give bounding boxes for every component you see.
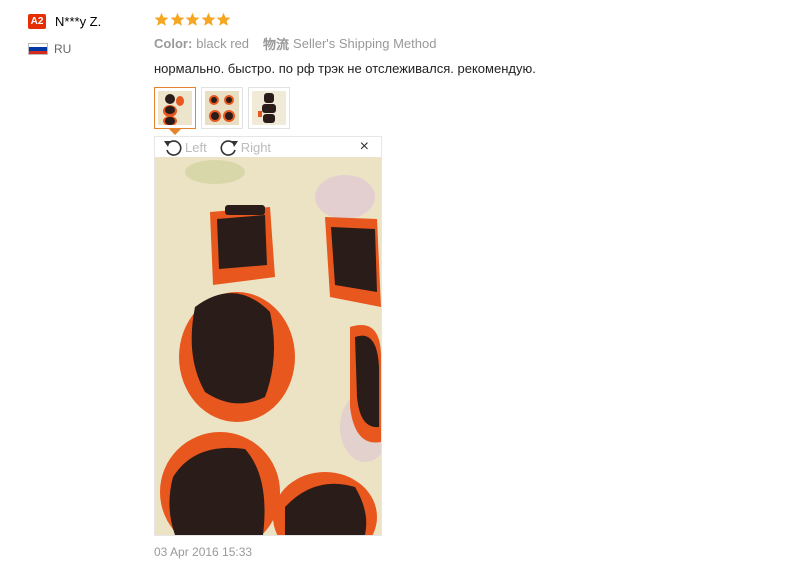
rotate-right-label: Right	[240, 139, 272, 155]
close-viewer-button[interactable]: ×	[360, 138, 369, 156]
star-icon	[170, 12, 184, 26]
review-text: нормально. быстро. по рф трэк не отслежи…	[154, 61, 536, 76]
rotate-left-label: Left	[185, 139, 207, 155]
star-icon	[185, 12, 200, 26]
color-value: black red	[196, 35, 250, 51]
review-photo-thumbnail[interactable]	[201, 87, 243, 129]
russia-flag-icon	[28, 43, 48, 55]
star-icon	[216, 12, 231, 26]
star-icon	[154, 12, 169, 26]
review-photo-thumbnail[interactable]	[154, 87, 196, 135]
knee-pads-photo	[205, 91, 239, 125]
buyer-level-badge: A2	[28, 13, 46, 29]
shipping-label: 物流	[263, 36, 290, 52]
order-attributes: Color: black red 物流 Seller's Shipping Me…	[154, 35, 754, 52]
shipping-value: Seller's Shipping Method	[293, 35, 437, 51]
review-photo-thumbnail[interactable]	[248, 87, 290, 129]
reviewer-info: A2 N***y Z. RU	[28, 12, 138, 56]
knee-pads-photo	[155, 157, 381, 535]
review-photo-thumbnails	[154, 87, 754, 135]
star-icon	[201, 12, 215, 26]
knee-pads-photo	[158, 91, 192, 125]
rotate-right-button[interactable]: Right	[219, 138, 271, 156]
rotate-right-icon	[220, 140, 238, 156]
reviewer-header: A2 N***y Z.	[28, 12, 138, 30]
rotate-left-button[interactable]: Left	[163, 138, 207, 156]
photo-viewer: Left Right ×	[154, 136, 382, 536]
review-body: Color: black red 物流 Seller's Shipping Me…	[154, 10, 754, 135]
review-date: 03 Apr 2016 15:33	[154, 545, 253, 559]
star-rating	[154, 10, 754, 28]
knee-pads-photo	[252, 91, 286, 125]
review-photo-large	[155, 157, 381, 535]
reviewer-name: N***y Z.	[55, 13, 102, 29]
photo-viewer-toolbar: Left Right ×	[155, 137, 381, 157]
country-code: RU	[54, 42, 72, 56]
reviewer-country: RU	[28, 42, 138, 56]
color-label: Color:	[154, 35, 193, 51]
rotate-left-icon	[164, 140, 182, 156]
